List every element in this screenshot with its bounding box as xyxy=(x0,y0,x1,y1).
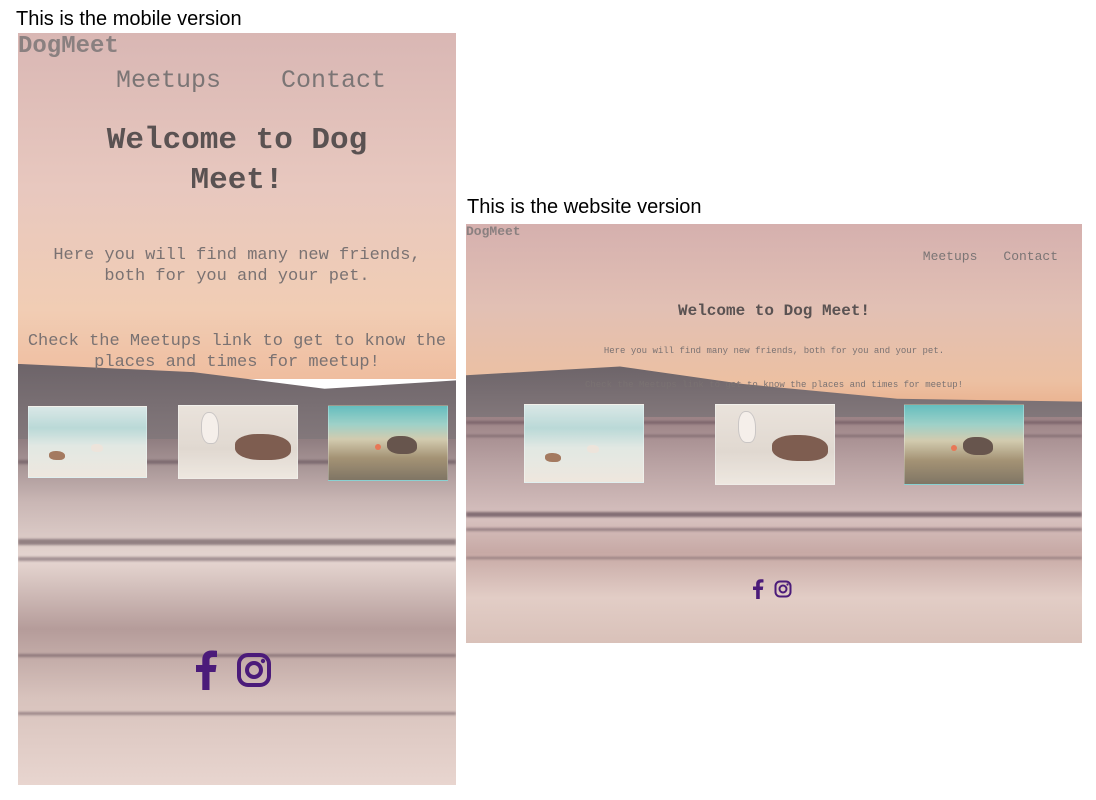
facebook-icon[interactable] xyxy=(194,650,218,690)
main-nav: Meetups Contact xyxy=(923,249,1058,264)
website-screenshot: DogMeet Meetups Contact Welcome to Dog M… xyxy=(466,224,1082,643)
site-logo[interactable]: DogMeet xyxy=(466,224,521,239)
mobile-screenshot: DogMeet Meetups Contact Welcome to Dog M… xyxy=(18,33,456,785)
social-links xyxy=(194,650,272,690)
instagram-icon[interactable] xyxy=(236,652,272,688)
nav-meetups-link[interactable]: Meetups xyxy=(923,249,978,264)
website-version-caption: This is the website version xyxy=(467,196,702,218)
dog-with-ball-photo[interactable] xyxy=(328,405,448,481)
nav-contact-link[interactable]: Contact xyxy=(281,66,386,95)
welcome-heading: Welcome to Dog Meet! xyxy=(106,123,368,198)
site-logo[interactable]: DogMeet xyxy=(18,33,119,60)
dog-with-ball-photo[interactable] xyxy=(904,404,1024,485)
main-nav: Meetups Contact xyxy=(116,66,386,95)
nav-contact-link[interactable]: Contact xyxy=(1003,249,1058,264)
instagram-icon[interactable] xyxy=(774,580,792,598)
social-links xyxy=(752,579,792,599)
welcome-heading: Welcome to Dog Meet! xyxy=(677,302,871,320)
beach-dogs-photo[interactable] xyxy=(28,406,147,478)
intro-text: Here you will find many new friends, bot… xyxy=(603,346,945,356)
meetups-hint-text: Check the Meetups link to get to know th… xyxy=(584,380,964,390)
meetups-hint-text: Check the Meetups link to get to know th… xyxy=(27,332,447,372)
facebook-icon[interactable] xyxy=(752,579,764,599)
intro-text: Here you will find many new friends, bot… xyxy=(53,246,421,286)
dogs-playing-photo[interactable] xyxy=(178,405,298,479)
beach-dogs-photo[interactable] xyxy=(524,404,644,483)
dogs-playing-photo[interactable] xyxy=(715,404,835,485)
mobile-version-caption: This is the mobile version xyxy=(16,8,242,30)
nav-meetups-link[interactable]: Meetups xyxy=(116,66,221,95)
